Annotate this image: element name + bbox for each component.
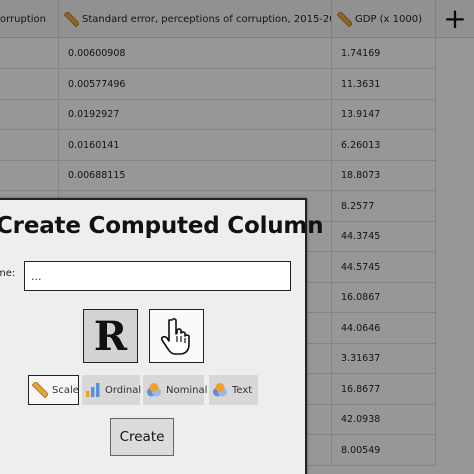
type-nominal-button[interactable]: Nominal <box>143 375 208 405</box>
create-computed-column-dialog: Create Computed Column me: R Scale Ordin… <box>0 198 324 474</box>
name-input[interactable] <box>24 261 291 291</box>
ruler-icon <box>32 382 48 398</box>
create-button[interactable]: Create <box>110 418 174 456</box>
manual-mode-button[interactable] <box>149 309 204 363</box>
type-scale-label: Scale <box>52 384 79 396</box>
type-nominal-label: Nominal <box>166 384 208 396</box>
type-text-label: Text <box>232 384 253 396</box>
type-ordinal-label: Ordinal <box>105 384 142 396</box>
r-mode-button[interactable]: R <box>83 309 138 363</box>
name-label: me: <box>0 268 16 279</box>
type-ordinal-button[interactable]: Ordinal <box>82 375 142 405</box>
venn-icon <box>147 383 161 397</box>
type-scale-button[interactable]: Scale <box>28 375 79 405</box>
bar-chart-icon <box>86 383 100 397</box>
r-icon: R <box>93 312 128 360</box>
type-text-button[interactable]: Text <box>209 375 258 405</box>
dialog-title: Create Computed Column <box>0 213 324 239</box>
hand-pointer-icon <box>160 317 190 355</box>
venn-icon <box>213 383 227 397</box>
